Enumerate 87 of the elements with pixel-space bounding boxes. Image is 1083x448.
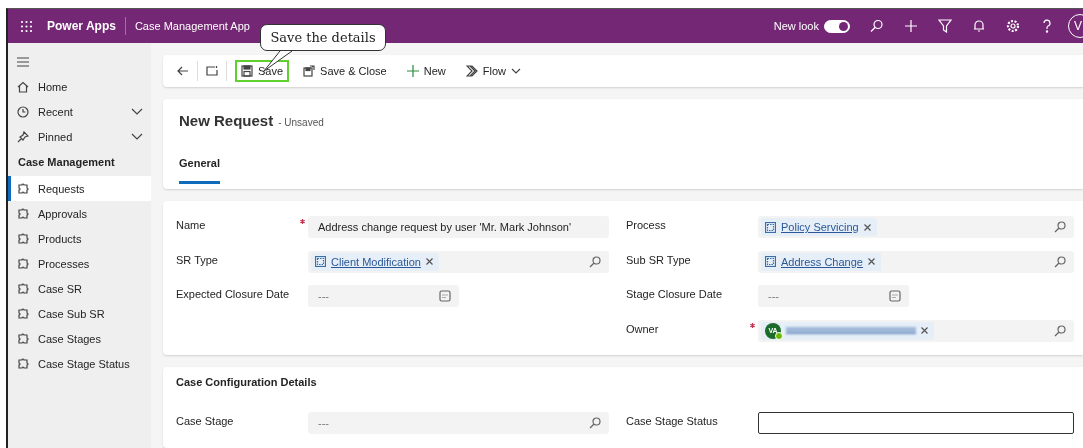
flow-icon (465, 65, 478, 77)
search-icon[interactable] (870, 19, 884, 33)
search-icon[interactable] (589, 255, 601, 268)
puzzle-icon (17, 357, 29, 370)
lookup-link[interactable]: Client Modification (331, 255, 421, 268)
app-title[interactable]: Case Management App (134, 20, 250, 32)
date-field[interactable]: --- (308, 285, 459, 307)
search-icon[interactable] (1054, 324, 1066, 337)
puzzle-icon (17, 182, 29, 195)
chevron-down-icon (511, 68, 521, 74)
text-field[interactable]: Address change request by user 'Mr. Mark Johnson' (308, 216, 609, 238)
lookup-field[interactable]: Address Change (758, 250, 1074, 273)
search-icon[interactable] (1054, 221, 1066, 233)
field-label: Expected Closure Date (176, 287, 291, 300)
nav-item[interactable]: Case Sub SR (8, 301, 151, 326)
lookup-field[interactable]: --- (308, 412, 609, 434)
calendar-icon[interactable] (439, 290, 451, 302)
remove-icon[interactable] (867, 258, 875, 265)
nav-item[interactable]: Case SR (8, 276, 151, 301)
nav-item[interactable]: Recent (8, 99, 151, 124)
puzzle-icon (17, 307, 29, 320)
calendar-icon[interactable] (889, 290, 901, 302)
new-button[interactable]: New (400, 60, 452, 82)
app-launcher-icon[interactable] (20, 19, 33, 33)
remove-icon[interactable] (425, 258, 433, 265)
record-icon (765, 256, 776, 267)
remove-icon[interactable] (921, 327, 928, 334)
save-button[interactable]: Save (235, 60, 290, 82)
search-icon[interactable] (1054, 255, 1066, 268)
field-label: Process (626, 218, 667, 231)
field-label: SR Type (176, 252, 219, 266)
puzzle-icon (17, 207, 29, 220)
lookup-tag[interactable]: Policy Servicing (761, 218, 877, 236)
lookup-tag[interactable]: Address Change (761, 252, 881, 271)
new-look-toggle[interactable] (824, 19, 850, 33)
field-label: Stage Closure Date (626, 287, 723, 300)
puzzle-icon (17, 332, 29, 345)
settings-icon[interactable] (1006, 19, 1020, 33)
pop-out-icon[interactable] (206, 66, 218, 76)
nav-item[interactable]: Home (8, 74, 151, 99)
lookup-link[interactable]: Address Change (781, 255, 863, 268)
lookup-field[interactable]: Policy Servicing (758, 216, 1074, 238)
presence-dot (775, 331, 783, 340)
field-label: Sub SR Type (626, 252, 692, 266)
nav-item[interactable]: Products (8, 226, 151, 251)
tab[interactable]: General (179, 157, 220, 184)
date-field[interactable]: --- (758, 285, 909, 307)
save-close-button[interactable]: Save & Close (297, 60, 393, 82)
field-label: Owner (626, 321, 660, 335)
section-title: Case Management (17, 155, 116, 170)
nav-item[interactable]: Requests (8, 176, 151, 201)
puzzle-icon (17, 257, 29, 270)
back-arrow-icon[interactable] (177, 66, 189, 76)
nav-item[interactable]: Case Stages (8, 326, 151, 351)
help-icon[interactable] (1040, 19, 1054, 33)
record-icon (315, 256, 326, 267)
plus-icon[interactable] (904, 19, 918, 33)
lookup-tag[interactable]: Client Modification (311, 252, 439, 271)
puzzle-icon (17, 282, 29, 295)
clock-icon (17, 105, 29, 118)
nav-item[interactable]: Processes (8, 251, 151, 276)
save-status: - Unsaved (278, 117, 324, 128)
puzzle-icon (17, 232, 29, 245)
field-label: Name (176, 218, 207, 231)
home-icon (17, 80, 29, 93)
nav-item[interactable]: Pinned (8, 124, 151, 149)
filter-icon[interactable] (938, 19, 952, 33)
field-label: Case Stage (176, 414, 235, 427)
nav-item[interactable]: Approvals (8, 201, 151, 226)
new-look-label: New look (773, 20, 819, 32)
save-icon (241, 65, 253, 77)
field-label: Case Stage Status (626, 414, 719, 427)
nav-item[interactable]: Case Stage Status (8, 351, 151, 376)
plus-icon (406, 65, 419, 77)
save-close-icon (303, 65, 316, 77)
pin-icon (17, 130, 29, 143)
remove-icon[interactable] (863, 223, 871, 231)
lookup-field[interactable]: Client Modification (308, 250, 609, 273)
section-title: Case Configuration Details (176, 376, 318, 388)
input-field[interactable] (758, 412, 1074, 434)
record-title: New Request (179, 112, 274, 129)
lookup-link[interactable]: Policy Servicing (781, 221, 859, 233)
app-name[interactable]: Power Apps (47, 19, 116, 33)
record-icon (765, 221, 776, 233)
search-icon[interactable] (589, 417, 601, 429)
bell-icon[interactable] (972, 19, 986, 33)
flow-button[interactable]: Flow (459, 60, 527, 82)
